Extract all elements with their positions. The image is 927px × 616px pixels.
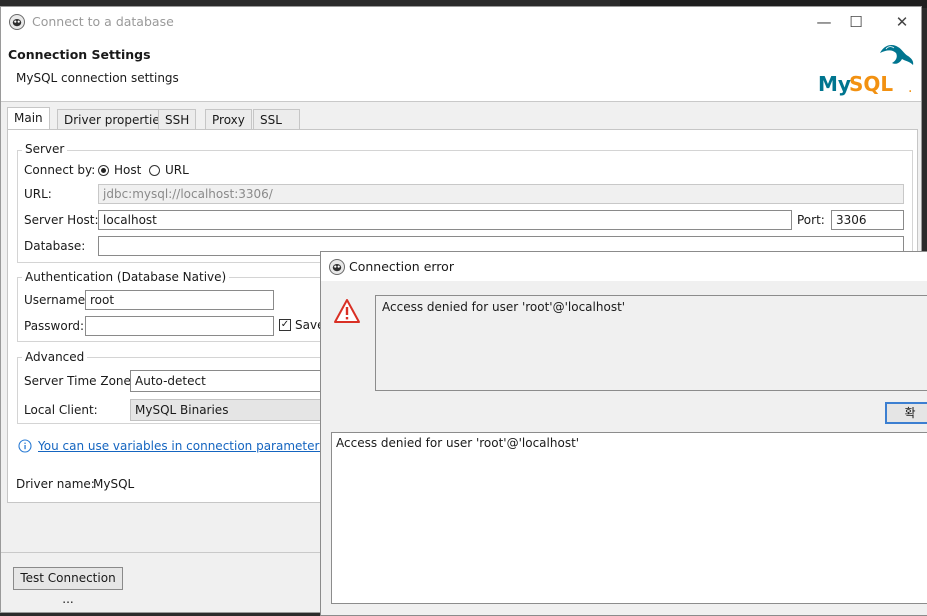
server-timezone-label: Server Time Zone:	[24, 374, 135, 388]
settings-title: Connection Settings	[8, 47, 151, 62]
port-input[interactable]: 3306	[831, 210, 904, 230]
mysql-logo-text-my: My	[818, 72, 851, 96]
database-label: Database:	[24, 239, 86, 253]
username-label: Username:	[24, 293, 90, 307]
error-title-bar: Connection error	[321, 252, 927, 281]
password-input[interactable]	[85, 316, 274, 336]
settings-header: Connection Settings MySQL connection set…	[1, 37, 921, 102]
error-message-box: Access denied for user 'root'@'localhost…	[375, 295, 927, 391]
driver-name-label: Driver name:	[16, 477, 95, 491]
ok-button[interactable]: 확	[885, 402, 927, 424]
save-password-checkbox[interactable]: ✓	[279, 319, 291, 331]
close-button[interactable]: ✕	[887, 11, 917, 33]
mysql-logo-dot: .	[908, 80, 912, 96]
url-radio-label[interactable]: URL	[165, 163, 189, 177]
password-label: Password:	[24, 319, 85, 333]
url-radio[interactable]	[149, 165, 160, 176]
port-label: Port:	[797, 213, 825, 227]
dbeaver-app-icon	[329, 259, 345, 275]
server-host-label: Server Host:	[24, 213, 99, 227]
variables-help-link[interactable]: You can use variables in connection para…	[38, 439, 330, 453]
tab-ssl[interactable]: SSL	[253, 109, 300, 129]
server-host-input[interactable]: localhost	[98, 210, 792, 230]
connect-by-label: Connect by:	[24, 163, 96, 177]
mysql-logo-text-sql: SQL	[849, 72, 893, 96]
tab-driver-properties[interactable]: Driver properties	[57, 109, 173, 129]
maximize-button[interactable]: ☐	[841, 11, 871, 33]
title-bar: Connect to a database — ☐ ✕	[1, 7, 921, 37]
error-detail-textarea[interactable]: Access denied for user 'root'@'localhost…	[331, 432, 927, 604]
window-title: Connect to a database	[32, 14, 174, 29]
host-radio[interactable]	[98, 165, 109, 176]
url-label: URL:	[24, 187, 52, 201]
server-group-title: Server	[22, 142, 68, 156]
driver-name-value: MySQL	[93, 477, 135, 491]
url-input: jdbc:mysql://localhost:3306/	[98, 184, 904, 204]
warning-icon	[334, 299, 360, 323]
tab-ssh[interactable]: SSH	[158, 109, 197, 129]
connection-error-dialog: Connection error Access denied for user …	[320, 251, 927, 616]
info-icon	[18, 439, 32, 453]
advanced-group-title: Advanced	[22, 350, 88, 364]
settings-subtitle: MySQL connection settings	[16, 71, 179, 85]
dbeaver-app-icon	[9, 14, 25, 30]
minimize-button[interactable]: —	[809, 11, 839, 33]
error-dialog-title: Connection error	[349, 259, 454, 274]
mysql-logo: My SQL .	[818, 45, 914, 96]
tab-main[interactable]: Main	[7, 107, 50, 130]
auth-group-title: Authentication (Database Native)	[22, 270, 230, 284]
test-connection-button[interactable]: Test Connection ...	[13, 567, 123, 606]
host-radio-label[interactable]: Host	[114, 163, 141, 177]
local-client-label: Local Client:	[24, 403, 98, 417]
tab-proxy[interactable]: Proxy	[205, 109, 252, 129]
username-input[interactable]: root	[85, 290, 274, 310]
